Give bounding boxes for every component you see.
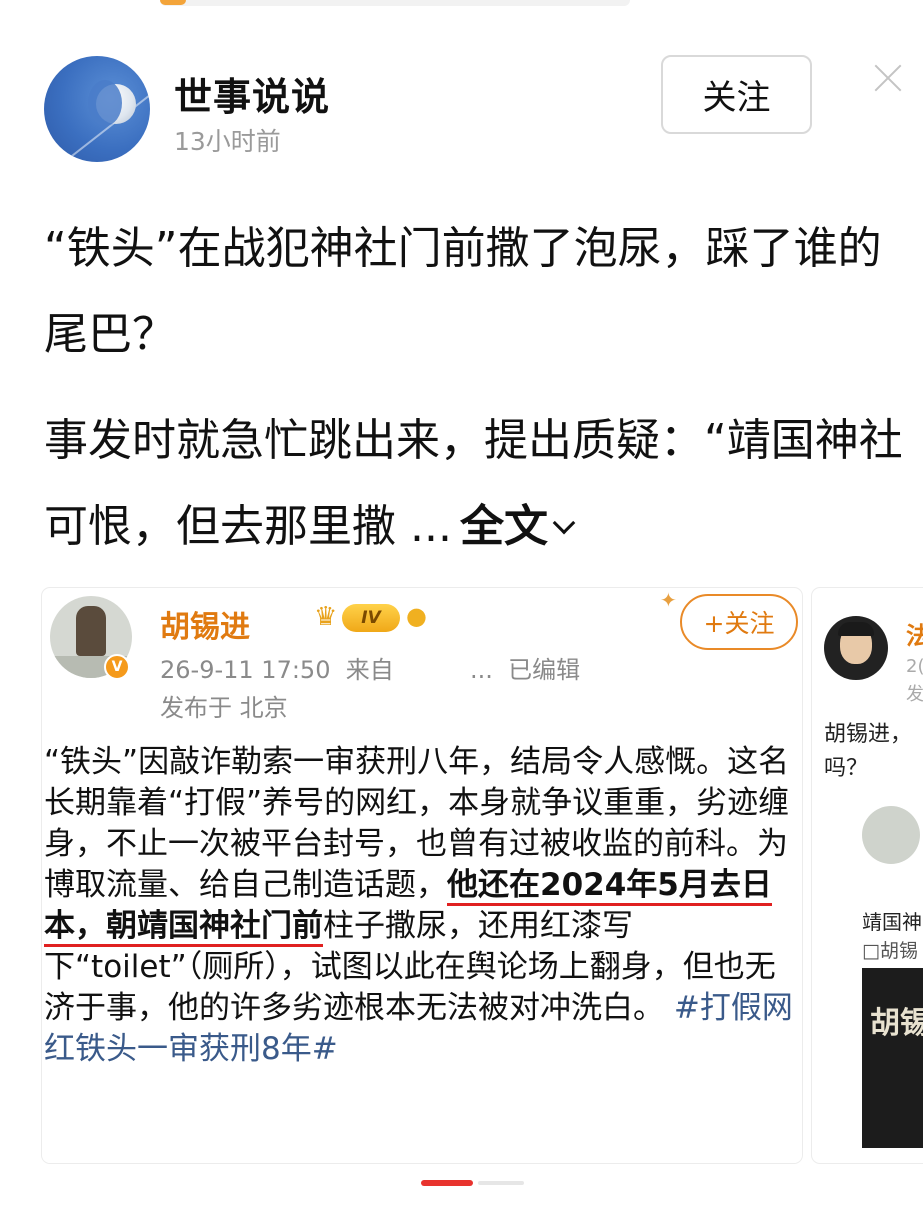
embedded-screenshot-card[interactable]: V 胡锡进 ♛ IV ● ✦ +关注 26-9-11 17:50 来自 ... … <box>42 588 802 1163</box>
post-headline: “铁头”在战犯神社门前撒了泡尿，踩了谁的尾巴？ <box>44 223 882 360</box>
peek-subtitle: □胡锡 <box>862 940 918 962</box>
peek-avatar <box>824 616 888 680</box>
peek-video-thumbnail: 胡锡 <box>862 968 923 1148</box>
peek-thumbnail <box>862 806 920 864</box>
read-more-link[interactable]: 全文 <box>460 501 548 552</box>
follow-button[interactable]: 关注 <box>661 55 812 134</box>
peek-meta-1: 2( <box>906 656 923 677</box>
level-badge: IV <box>342 604 400 632</box>
peek-text: 胡锡进，吗？ <box>824 722 913 781</box>
pager-indicator-inactive <box>478 1181 524 1185</box>
decoration-icon: ✦ <box>660 588 677 612</box>
embedded-post-location: 发布于 北京 <box>160 694 288 722</box>
embedded-author-name: 胡锡进 <box>160 610 250 645</box>
embedded-follow-button: +关注 <box>680 594 798 650</box>
post-excerpt: 事发时就急忙跳出来，提出质疑：“靖国神社可恨，但去那里撒 ... 全文 <box>44 398 914 570</box>
pufferfish-icon: ● <box>406 602 427 630</box>
card-fade <box>42 1141 802 1163</box>
peek-hair <box>838 622 874 636</box>
embedded-post-meta: 26-9-11 17:50 来自 ... 已编辑 <box>160 656 581 684</box>
crown-icon: ♛ <box>314 602 338 632</box>
author-name[interactable]: 世事说说 <box>174 66 330 121</box>
previous-post-edge <box>160 0 630 6</box>
avatar-person <box>76 606 106 656</box>
verified-badge-icon: V <box>104 654 130 680</box>
pager-indicator-active <box>421 1180 473 1186</box>
post-timestamp: 13小时前 <box>174 127 281 156</box>
close-icon[interactable] <box>870 60 906 96</box>
peek-video-text: 胡锡 <box>870 1006 923 1041</box>
previous-post-accent <box>160 0 186 5</box>
author-avatar[interactable] <box>44 56 150 162</box>
peek-name: 法 <box>906 622 923 650</box>
next-image-card[interactable]: 法 2( 发 胡锡进，吗？ 靖国神 □胡锡 胡锡 <box>812 588 923 1163</box>
peek-tag: 靖国神 <box>862 910 922 934</box>
embedded-post-text: “铁头”因敲诈勒索一审获刑八年，结局令人感慨。这名长期靠着“打假”养号的网红，本… <box>44 742 802 1070</box>
peek-meta-2: 发 <box>906 684 923 705</box>
chevron-down-icon[interactable] <box>552 511 576 535</box>
moon-shadow <box>88 80 122 126</box>
